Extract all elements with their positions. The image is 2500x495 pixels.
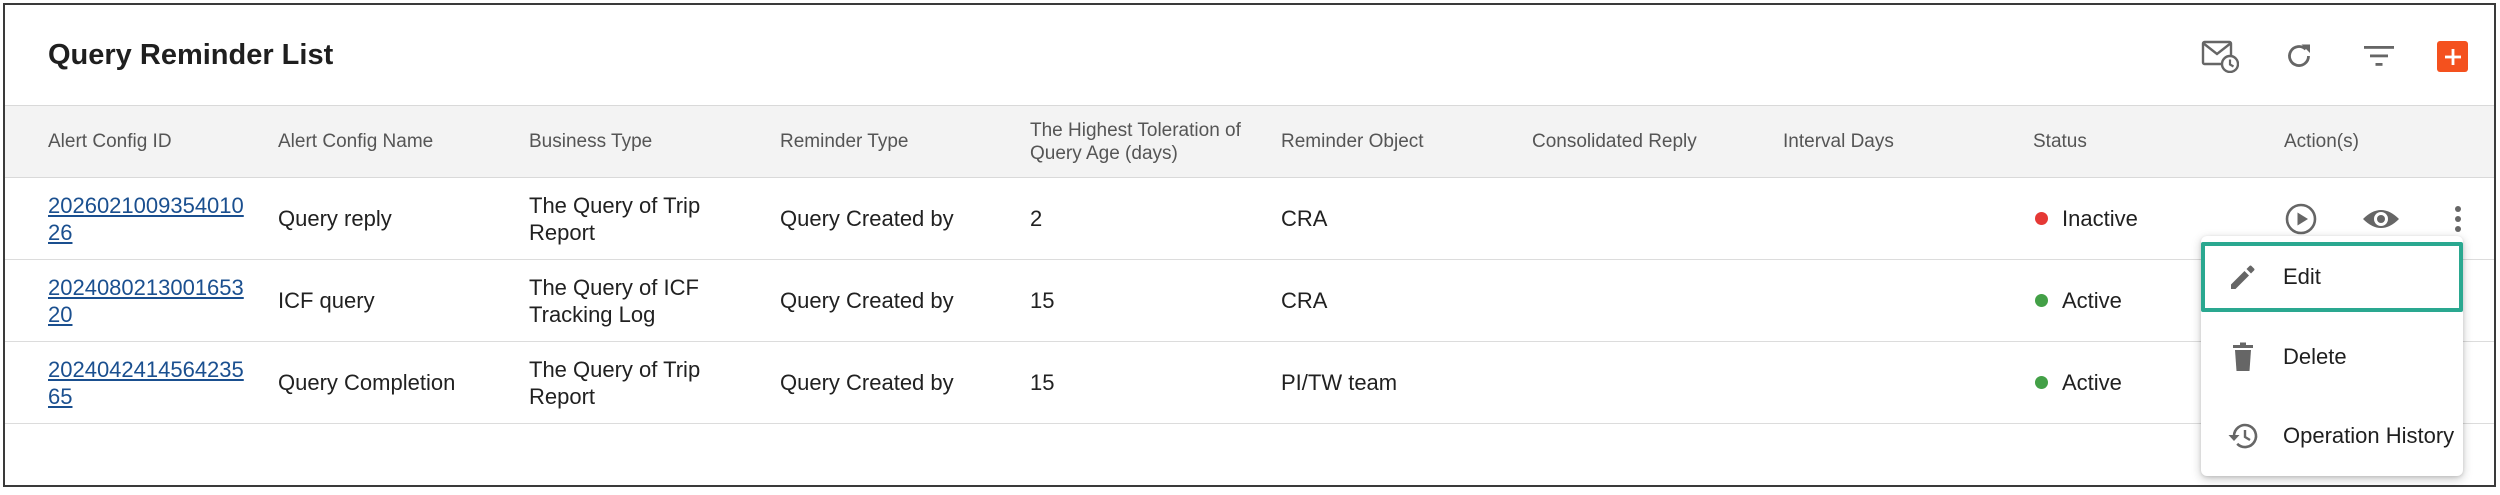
column-header-highest-toleration[interactable]: The Highest Toleration of Query Age (day… (1030, 105, 1281, 178)
highest-toleration-cell: 15 (1030, 341, 1281, 424)
reminder-object-cell: PI/TW team (1281, 341, 1532, 424)
column-header-status[interactable]: Status (2033, 105, 2284, 178)
page-title: Query Reminder List (48, 39, 334, 71)
filter-icon[interactable] (2356, 33, 2402, 79)
app-frame: Query Reminder List Alert Config ID Aler… (3, 3, 2496, 487)
column-header-interval-days[interactable]: Interval Days (1783, 105, 2033, 178)
reminder-type-cell: Query Created by (780, 341, 1030, 424)
column-header-alert-config-id[interactable]: Alert Config ID (5, 105, 278, 178)
menu-item-delete[interactable]: Delete (2201, 322, 2463, 392)
history-icon (2225, 418, 2261, 454)
menu-item-operation-history[interactable]: Operation History (2201, 401, 2463, 471)
pencil-icon (2225, 259, 2261, 295)
business-type-cell: The Query of Trip Report (529, 341, 780, 424)
column-header-consolidated-reply[interactable]: Consolidated Reply (1532, 105, 1783, 178)
business-type-cell: The Query of ICF Tracking Log (529, 259, 780, 342)
menu-item-label: Delete (2283, 344, 2347, 369)
more-vert-icon[interactable] (2454, 205, 2462, 233)
menu-item-label: Edit (2283, 264, 2321, 289)
highest-toleration-cell: 15 (1030, 259, 1281, 342)
highest-toleration-cell: 2 (1030, 177, 1281, 260)
reminder-object-cell: CRA (1281, 259, 1532, 342)
row-action-menu: Edit Delete Operation History (2201, 236, 2463, 476)
page-header: Query Reminder List (5, 5, 2494, 105)
interval-days-cell (1783, 177, 2033, 260)
status-dot-active (2035, 294, 2048, 307)
table-header-row: Alert Config ID Alert Config Name Busine… (5, 105, 2494, 178)
reminder-type-cell: Query Created by (780, 177, 1030, 260)
reminder-object-cell: CRA (1281, 177, 1532, 260)
play-icon[interactable] (2284, 202, 2318, 236)
reminder-table: Alert Config ID Alert Config Name Busine… (5, 105, 2494, 424)
menu-item-edit[interactable]: Edit (2201, 242, 2463, 312)
business-type-cell: The Query of Trip Report (529, 177, 780, 260)
interval-days-cell (1783, 341, 2033, 424)
status-label: Active (2062, 288, 2122, 313)
table-row: 202404241456423565 Query Completion The … (5, 341, 2494, 424)
table-row: 202602100935401026 Query reply The Query… (5, 177, 2494, 260)
refresh-icon[interactable] (2276, 33, 2322, 79)
alert-config-id-link[interactable]: 202602100935401026 (48, 192, 248, 246)
alert-config-name-cell: ICF query (278, 259, 529, 342)
status-dot-inactive (2035, 212, 2048, 225)
column-header-actions: Action(s) (2284, 105, 2494, 178)
add-button[interactable] (2437, 41, 2468, 72)
menu-item-label: Operation History (2283, 423, 2455, 448)
eye-icon[interactable] (2362, 206, 2400, 232)
trash-icon (2225, 339, 2261, 375)
reminder-type-cell: Query Created by (780, 259, 1030, 342)
column-header-reminder-object[interactable]: Reminder Object (1281, 105, 1532, 178)
table-row: 202408021300165320 ICF query The Query o… (5, 259, 2494, 342)
status-label: Inactive (2062, 206, 2138, 231)
consolidated-reply-cell (1532, 177, 1783, 260)
column-header-alert-config-name[interactable]: Alert Config Name (278, 105, 529, 178)
status-dot-active (2035, 376, 2048, 389)
alert-config-id-link[interactable]: 202408021300165320 (48, 274, 248, 328)
alert-config-id-link[interactable]: 202404241456423565 (48, 356, 248, 410)
consolidated-reply-cell (1532, 259, 1783, 342)
consolidated-reply-cell (1532, 341, 1783, 424)
column-header-reminder-type[interactable]: Reminder Type (780, 105, 1030, 178)
interval-days-cell (1783, 259, 2033, 342)
status-label: Active (2062, 370, 2122, 395)
column-header-business-type[interactable]: Business Type (529, 105, 780, 178)
add-icon (2444, 48, 2461, 65)
mail-schedule-icon[interactable] (2197, 33, 2243, 79)
alert-config-name-cell: Query Completion (278, 341, 529, 424)
alert-config-name-cell: Query reply (278, 177, 529, 260)
